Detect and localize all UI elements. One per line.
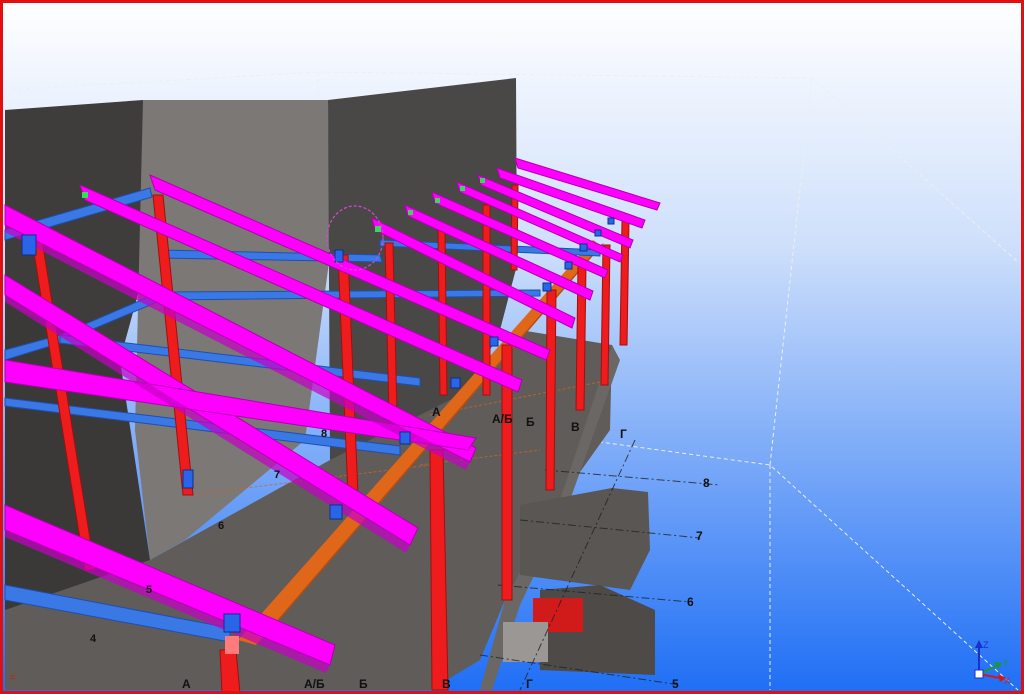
grid-label-g-far: Г [620, 427, 627, 441]
column-8 [219, 649, 241, 694]
grid-label-5-left: 5 [146, 584, 153, 596]
grid-label-a-far: А [432, 405, 441, 419]
grid-label-ab-far: А/Б [492, 412, 513, 426]
grid-label-5-right: 5 [672, 677, 679, 691]
grid-label-a-bottom: А [182, 677, 191, 691]
grid-label-7-right: 7 [696, 529, 703, 543]
grid-label-g-bottom: Г [526, 677, 533, 691]
grid-label-4-left: 4 [90, 633, 97, 645]
grid-label-v-far: В [571, 420, 580, 434]
axis-triad-icon[interactable]: Z X Y [964, 636, 1014, 686]
3d-model-viewport[interactable]: А А/Б Б В Г 8 7 6 5 8 7 6 5 4 А А/Б Б В … [0, 0, 1024, 694]
grid-label-ab-bottom: А/Б [304, 677, 325, 691]
axis-y-label: Y [1003, 658, 1009, 668]
pedestal [503, 622, 548, 662]
axis-x-label: X [1004, 676, 1010, 686]
structural-model-scene[interactable] [0, 0, 1024, 694]
axis-z-label: Z [983, 640, 989, 650]
grid-label-8-right: 8 [703, 476, 710, 490]
grid-label-8-mid: 8 [321, 428, 328, 440]
origin-marker-icon: ⌗ [10, 672, 16, 682]
grid-label-6-right: 6 [687, 595, 694, 609]
base-plates [225, 636, 239, 654]
grid-label-7-mid: 7 [274, 469, 281, 481]
grid-label-b-far: Б [526, 415, 535, 429]
grid-label-b-bottom: Б [359, 677, 368, 691]
column-13 [600, 244, 611, 386]
grid-label-v-bottom: В [442, 677, 451, 691]
grid-label-6-left: 6 [218, 520, 225, 532]
column-11 [545, 289, 557, 491]
foundation-block-1 [520, 488, 650, 590]
